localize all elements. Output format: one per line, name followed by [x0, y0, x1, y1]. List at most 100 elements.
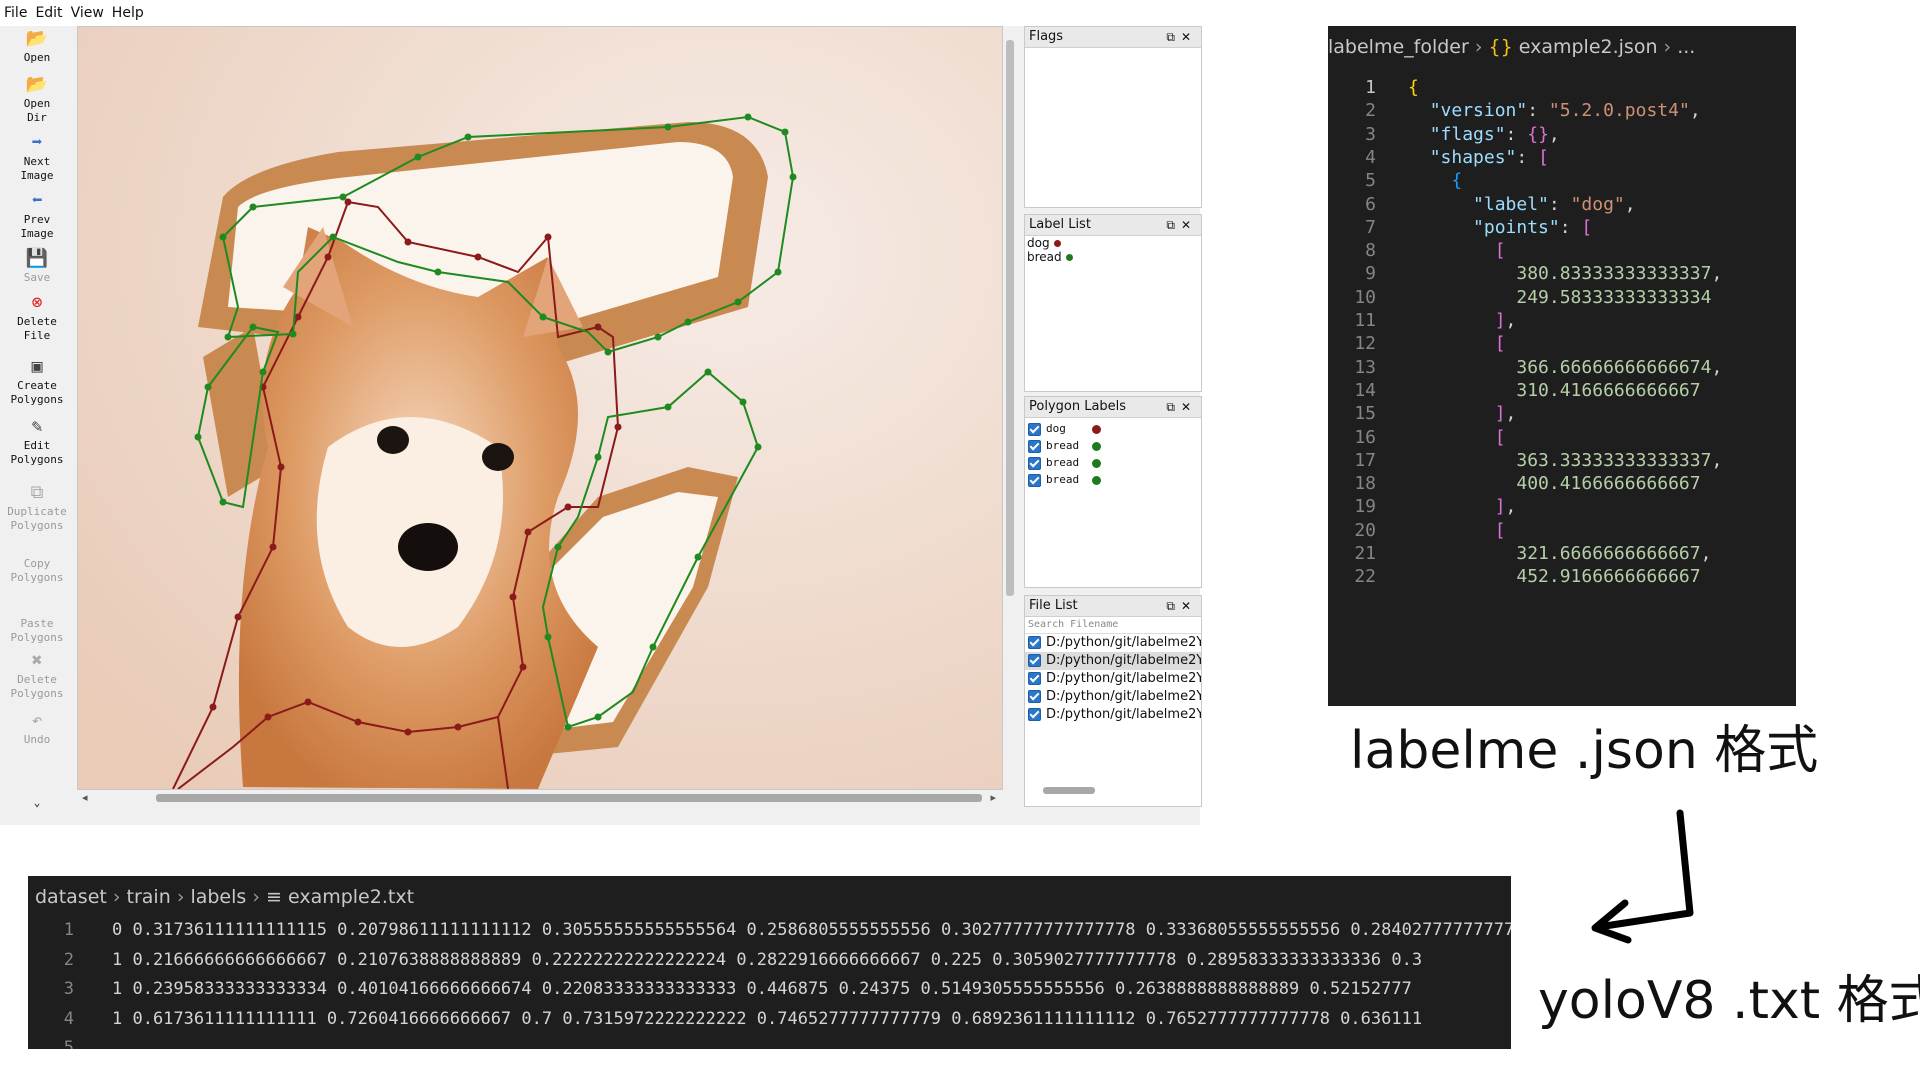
toolbar-undo-button[interactable]: ↶ Undo: [0, 710, 74, 747]
toolbar-label: Undo: [23, 733, 51, 746]
breadcrumb-file[interactable]: example2.json: [1519, 36, 1658, 58]
file-checkbox[interactable]: [1028, 654, 1041, 667]
json-code-line[interactable]: 19 ],: [1328, 495, 1796, 518]
breadcrumb-labels[interactable]: labels: [190, 886, 246, 908]
toolbar-edit-polygons-button[interactable]: ✎ Edit Polygons: [0, 416, 74, 467]
file-path: D:/python/git/labelme2Yolo: [1046, 671, 1201, 686]
line-number: 4: [63, 1008, 74, 1029]
json-code-line[interactable]: 8 [: [1328, 239, 1796, 262]
toolbar-save-button[interactable]: 💾 Save: [0, 248, 74, 285]
json-code-line[interactable]: 12 [: [1328, 332, 1796, 355]
toolbar-prev-image-button[interactable]: ⬅ Prev Image: [0, 190, 74, 241]
file-list-item[interactable]: D:/python/git/labelme2Yolo: [1025, 706, 1201, 724]
json-code-line[interactable]: 14 310.4166666666667: [1328, 379, 1796, 402]
float-icon[interactable]: ⧉: [1166, 599, 1181, 613]
visibility-checkbox[interactable]: [1028, 473, 1041, 487]
json-code-line[interactable]: 13 366.66666666666674,: [1328, 356, 1796, 379]
float-icon[interactable]: ⧉: [1166, 218, 1181, 232]
toolbar-more-icon[interactable]: ⌄: [0, 796, 74, 810]
breadcrumb-train[interactable]: train: [127, 886, 171, 908]
polygon-label-item[interactable]: bread: [1025, 471, 1201, 488]
txt-code-line[interactable]: 1 0 0.31736111111111115 0.207986111111111…: [28, 916, 1511, 945]
polygon-color-dot: [1092, 475, 1101, 485]
line-content: ],: [1494, 310, 1517, 331]
file-checkbox[interactable]: [1028, 636, 1041, 649]
file-list-item[interactable]: D:/python/git/labelme2Yolo: [1025, 688, 1201, 706]
polygon-label-name: dog: [1046, 422, 1066, 435]
polygon-label-item[interactable]: bread: [1025, 437, 1201, 454]
scroll-right-arrow-icon[interactable]: ▸: [990, 791, 996, 804]
json-code-line[interactable]: 16 [: [1328, 426, 1796, 449]
txt-code-line[interactable]: 5: [28, 1034, 1511, 1049]
json-code-line[interactable]: 7 "points": [: [1328, 216, 1796, 239]
toolbar-delete-polygons-button[interactable]: ✖ Delete Polygons: [0, 650, 74, 701]
json-code-line[interactable]: 1{: [1328, 76, 1796, 99]
json-code-line[interactable]: 18 400.4166666666667: [1328, 472, 1796, 495]
file-checkbox[interactable]: [1028, 690, 1041, 703]
toolbar-delete-file-button[interactable]: ⊗ Delete File: [0, 292, 74, 343]
close-icon[interactable]: ✕: [1181, 599, 1197, 613]
toolbar-open-dir-button[interactable]: 📂 Open Dir: [0, 74, 74, 125]
polygon-label-item[interactable]: dog: [1025, 420, 1201, 437]
canvas-horizontal-scrollbar[interactable]: [156, 794, 982, 802]
scroll-left-arrow-icon[interactable]: ◂: [82, 791, 88, 804]
breadcrumb-folder[interactable]: labelme_folder: [1328, 36, 1469, 58]
close-icon[interactable]: ✕: [1181, 30, 1197, 44]
close-icon[interactable]: ✕: [1181, 400, 1197, 414]
file-list-item[interactable]: D:/python/git/labelme2Yolo: [1025, 634, 1201, 652]
image-canvas[interactable]: [77, 26, 1003, 790]
toolbar-label: Prev: [23, 213, 51, 226]
toolbar-open-button[interactable]: 📂 Open: [0, 28, 74, 65]
flags-dock-title: Flags: [1029, 29, 1064, 44]
json-code-line[interactable]: 21 321.6666666666667,: [1328, 542, 1796, 565]
toolbar-label: Delete: [17, 673, 57, 686]
caption-labelme-json: labelme .json 格式: [1350, 721, 1819, 781]
label-list-item[interactable]: dog: [1025, 236, 1201, 250]
file-checkbox[interactable]: [1028, 708, 1041, 721]
toolbar-create-polygons-button[interactable]: ▣ Create Polygons: [0, 356, 74, 407]
json-code-line[interactable]: 11 ],: [1328, 309, 1796, 332]
line-number: 16: [1354, 426, 1376, 448]
toolbar-duplicate-polygons-button[interactable]: ⧉ Duplicate Polygons: [0, 482, 74, 533]
txt-code-line[interactable]: 3 1 0.23958333333333334 0.401041666666666…: [28, 975, 1511, 1004]
json-code-line[interactable]: 4 "shapes": [: [1328, 146, 1796, 169]
menu-view[interactable]: View: [67, 0, 108, 21]
polygon-label-item[interactable]: bread: [1025, 454, 1201, 471]
json-code-line[interactable]: 2 "version": "5.2.0.post4",: [1328, 99, 1796, 122]
json-code-line[interactable]: 22 452.9166666666667: [1328, 565, 1796, 588]
dog-eye-left: [377, 426, 409, 454]
file-list-item[interactable]: D:/python/git/labelme2Yolo: [1025, 670, 1201, 688]
txt-code-line[interactable]: 2 1 0.21666666666666667 0.210763888888888…: [28, 946, 1511, 975]
json-code-line[interactable]: 20 [: [1328, 519, 1796, 542]
json-code-line[interactable]: 3 "flags": {},: [1328, 123, 1796, 146]
menu-edit[interactable]: Edit: [31, 0, 66, 21]
breadcrumb-dataset[interactable]: dataset: [35, 886, 107, 908]
json-code-line[interactable]: 6 "label": "dog",: [1328, 193, 1796, 216]
menu-file[interactable]: File: [0, 0, 31, 21]
label-list-item[interactable]: bread: [1025, 250, 1201, 264]
toolbar-copy-polygons-button[interactable]: Copy Polygons: [0, 534, 74, 585]
flags-dock: Flags ⧉✕: [1024, 26, 1202, 208]
visibility-checkbox[interactable]: [1028, 456, 1041, 470]
json-code-line[interactable]: 15 ],: [1328, 402, 1796, 425]
menu-help[interactable]: Help: [108, 0, 148, 21]
file-checkbox[interactable]: [1028, 672, 1041, 685]
breadcrumb-more[interactable]: ...: [1677, 36, 1695, 58]
breadcrumb-txt-file[interactable]: example2.txt: [288, 886, 414, 908]
float-icon[interactable]: ⧉: [1166, 400, 1181, 414]
visibility-checkbox[interactable]: [1028, 422, 1041, 436]
visibility-checkbox[interactable]: [1028, 439, 1041, 453]
json-code-line[interactable]: 17 363.33333333333337,: [1328, 449, 1796, 472]
float-icon[interactable]: ⧉: [1166, 30, 1181, 44]
json-code-line[interactable]: 10 249.58333333333334: [1328, 286, 1796, 309]
close-icon[interactable]: ✕: [1181, 218, 1197, 232]
file-list-scrollbar[interactable]: [1043, 787, 1095, 794]
file-list-item[interactable]: D:/python/git/labelme2Yolo: [1025, 652, 1201, 670]
json-code-line[interactable]: 5 {: [1328, 169, 1796, 192]
txt-code-line[interactable]: 4 1 0.6173611111111111 0.7260416666666667…: [28, 1005, 1511, 1034]
toolbar-paste-polygons-button[interactable]: Paste Polygons: [0, 594, 74, 645]
toolbar-next-image-button[interactable]: ➡ Next Image: [0, 132, 74, 183]
search-filename-input[interactable]: Search Filename: [1025, 617, 1201, 634]
json-code-line[interactable]: 9 380.83333333333337,: [1328, 262, 1796, 285]
canvas-vertical-scrollbar[interactable]: [1006, 40, 1014, 596]
